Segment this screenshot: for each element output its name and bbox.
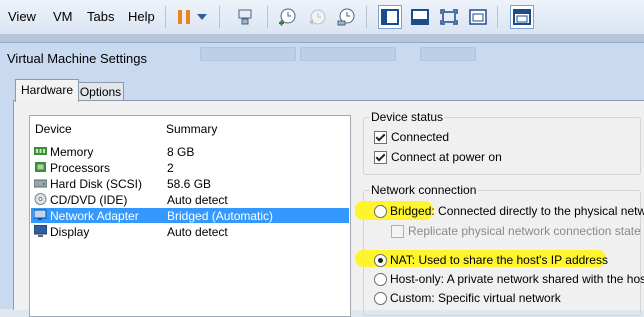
dialog-title: Virtual Machine Settings bbox=[7, 51, 147, 66]
device-name: Network Adapter bbox=[50, 209, 139, 223]
snapshot-icon[interactable] bbox=[275, 5, 299, 29]
device-row-cd-dvd[interactable]: CD/DVD (IDE) Auto detect bbox=[31, 192, 349, 207]
connect-at-power-on-label[interactable]: Connect at power on bbox=[391, 150, 502, 164]
library-icon[interactable] bbox=[510, 5, 534, 29]
device-name: Processors bbox=[50, 161, 111, 175]
fullscreen-icon[interactable] bbox=[437, 5, 461, 29]
device-list: Device Summary Memory 8 GB Processors 2 bbox=[29, 115, 351, 317]
settings-dialog: Virtual Machine Settings Hardware Option… bbox=[0, 42, 644, 317]
custom-radio[interactable] bbox=[374, 292, 387, 305]
background-tab bbox=[420, 47, 476, 61]
quick-switch-icon[interactable] bbox=[408, 5, 432, 29]
menu-help[interactable]: Help bbox=[128, 9, 155, 24]
host-only-label[interactable]: Host-only: A private network shared with… bbox=[390, 272, 644, 286]
connected-checkbox[interactable] bbox=[374, 131, 387, 144]
cd-dvd-icon bbox=[34, 193, 47, 205]
tab-content: Device Summary Memory 8 GB Processors 2 bbox=[13, 100, 644, 317]
menu-view[interactable]: View bbox=[8, 9, 36, 24]
memory-icon bbox=[34, 145, 47, 157]
display-icon bbox=[33, 224, 48, 237]
toolbar-separator bbox=[165, 6, 166, 28]
device-row-processors[interactable]: Processors 2 bbox=[31, 160, 349, 175]
device-summary: 8 GB bbox=[167, 145, 195, 159]
tab-hardware[interactable]: Hardware bbox=[15, 79, 79, 102]
toolbar-separator bbox=[219, 6, 220, 28]
device-summary: 2 bbox=[167, 161, 174, 175]
bridged-prefix: Bridged: bbox=[390, 204, 435, 218]
menubar: View VM Tabs Help bbox=[0, 0, 644, 35]
device-summary: 58.6 GB bbox=[167, 177, 212, 191]
device-row-memory[interactable]: Memory 8 GB bbox=[31, 144, 349, 159]
device-row-display[interactable]: Display Auto detect bbox=[31, 224, 349, 239]
processor-icon bbox=[34, 161, 47, 173]
pause-icon[interactable] bbox=[172, 5, 196, 29]
dropdown-arrow-icon[interactable] bbox=[194, 5, 210, 29]
device-name: Memory bbox=[50, 145, 94, 159]
device-status-label: Device status bbox=[369, 110, 446, 124]
device-name: CD/DVD (IDE) bbox=[50, 193, 128, 207]
connected-label[interactable]: Connected bbox=[391, 130, 449, 144]
bridged-label[interactable]: Bridged: Connected directly to the physi… bbox=[390, 204, 644, 218]
tab-options[interactable]: Options bbox=[77, 82, 124, 102]
send-ctrl-alt-del-icon[interactable] bbox=[233, 5, 257, 29]
device-row-network-adapter[interactable]: Network Adapter Bridged (Automatic) bbox=[31, 208, 349, 223]
nat-label[interactable]: NAT: Used to share the host's IP address bbox=[390, 253, 608, 267]
host-only-radio[interactable] bbox=[374, 273, 387, 286]
device-summary: Bridged (Automatic) bbox=[167, 209, 274, 223]
summary-column-header[interactable]: Summary bbox=[166, 122, 217, 136]
device-status-group bbox=[363, 117, 641, 175]
background-tab bbox=[300, 47, 396, 61]
replicate-state-label[interactable]: Replicate physical network connection st… bbox=[408, 224, 641, 238]
background-tab bbox=[200, 47, 296, 61]
toolbar-separator bbox=[366, 6, 367, 28]
network-adapter-icon bbox=[33, 209, 47, 221]
replicate-state-checkbox[interactable] bbox=[391, 225, 404, 238]
connect-at-power-on-checkbox[interactable] bbox=[374, 151, 387, 164]
revert-snapshot-icon[interactable] bbox=[305, 5, 329, 29]
device-name: Hard Disk (SCSI) bbox=[50, 177, 143, 191]
toolbar-separator bbox=[497, 6, 498, 28]
menu-vm[interactable]: VM bbox=[53, 9, 73, 24]
menu-tabs[interactable]: Tabs bbox=[87, 9, 114, 24]
bridged-description: Connected directly to the physical netwo… bbox=[434, 204, 644, 218]
unity-icon[interactable] bbox=[466, 5, 490, 29]
network-connection-label: Network connection bbox=[369, 183, 479, 197]
hard-disk-icon bbox=[33, 177, 48, 189]
snapshot-manager-icon[interactable] bbox=[334, 5, 358, 29]
device-column-header[interactable]: Device bbox=[35, 122, 72, 136]
bridged-radio[interactable] bbox=[374, 205, 387, 218]
nat-radio[interactable] bbox=[374, 254, 387, 267]
toolbar-separator bbox=[267, 6, 268, 28]
custom-label[interactable]: Custom: Specific virtual network bbox=[390, 291, 561, 305]
device-name: Display bbox=[50, 225, 90, 239]
device-row-hard-disk[interactable]: Hard Disk (SCSI) 58.6 GB bbox=[31, 176, 349, 191]
console-view-icon[interactable] bbox=[378, 5, 402, 29]
device-summary: Auto detect bbox=[167, 193, 228, 207]
device-summary: Auto detect bbox=[167, 225, 228, 239]
